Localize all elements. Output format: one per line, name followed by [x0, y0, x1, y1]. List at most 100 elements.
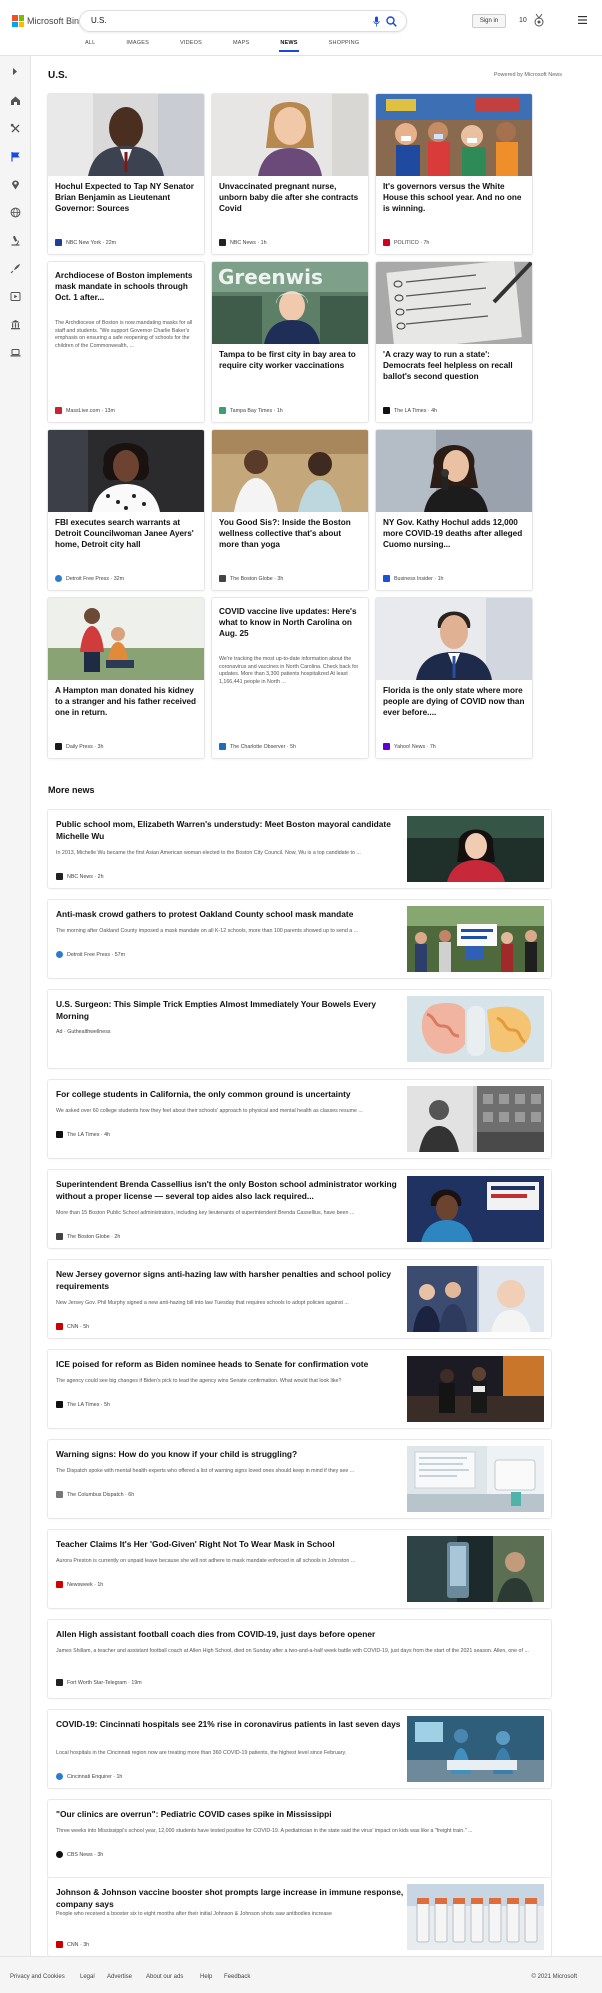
- top-header: Microsoft Bing U.S. Sign in 10 ALL IMAGE…: [0, 0, 602, 56]
- publisher-logo-icon: [56, 1851, 63, 1858]
- more-news-title[interactable]: ICE poised for reform as Biden nominee h…: [56, 1358, 406, 1370]
- more-news-snippet: New Jersey Gov. Phil Murphy signed a new…: [56, 1300, 349, 1306]
- more-news-title[interactable]: COVID-19: Cincinnati hospitals see 21% r…: [56, 1718, 406, 1730]
- more-news-item[interactable]: "Our clinics are overrun": Pediatric COV…: [48, 1800, 551, 1878]
- more-news-item[interactable]: For college students in California, the …: [48, 1080, 551, 1158]
- more-news-title[interactable]: Johnson & Johnson vaccine booster shot p…: [56, 1886, 406, 1910]
- news-card-image: [212, 430, 368, 512]
- news-card-image: [376, 598, 532, 680]
- more-news-title[interactable]: U.S. Surgeon: This Simple Trick Empties …: [56, 998, 406, 1022]
- more-news-title[interactable]: "Our clinics are overrun": Pediatric COV…: [56, 1808, 536, 1820]
- page-footer: Privacy and Cookies Legal Advertise Abou…: [0, 1956, 602, 1993]
- news-card[interactable]: 'A crazy way to run a state': Democrats …: [376, 262, 532, 422]
- footer-link-legal[interactable]: Legal: [80, 1974, 95, 1980]
- more-news-item[interactable]: Anti-mask crowd gathers to protest Oakla…: [48, 900, 551, 978]
- more-news-item[interactable]: Teacher Claims It's Her 'God-Given' Righ…: [48, 1530, 551, 1608]
- news-card-image: [376, 262, 532, 344]
- brand-name: Microsoft Bing: [27, 16, 85, 26]
- more-news-title[interactable]: Teacher Claims It's Her 'God-Given' Righ…: [56, 1538, 406, 1550]
- tab-news[interactable]: NEWS: [279, 40, 300, 56]
- search-icon[interactable]: [386, 16, 397, 27]
- news-card-title[interactable]: A Hampton man donated his kidney to a st…: [55, 685, 197, 718]
- publisher-logo-icon: [383, 743, 390, 750]
- news-card-title[interactable]: FBI executes search warrants at Detroit …: [55, 517, 197, 550]
- footer-link-advertise[interactable]: Advertise: [107, 1974, 132, 1980]
- globe-icon[interactable]: [10, 207, 21, 218]
- microphone-icon[interactable]: [373, 16, 380, 27]
- footer-link-help[interactable]: Help: [200, 1974, 212, 1980]
- more-news-image: [407, 1446, 544, 1512]
- more-news-title[interactable]: Warning signs: How do you know if your c…: [56, 1448, 406, 1460]
- news-card[interactable]: You Good Sis?: Inside the Boston wellnes…: [212, 430, 368, 590]
- search-input[interactable]: U.S.: [91, 16, 107, 25]
- tab-shopping[interactable]: SHOPPING: [329, 40, 360, 56]
- more-news-item[interactable]: COVID-19: Cincinnati hospitals see 21% r…: [48, 1710, 551, 1788]
- footer-link-about-ads[interactable]: About our ads: [146, 1974, 183, 1980]
- publisher-logo-icon: [56, 1401, 63, 1408]
- news-card-title[interactable]: You Good Sis?: Inside the Boston wellnes…: [219, 517, 361, 550]
- news-card[interactable]: Archdiocese of Boston implements mask ma…: [48, 262, 204, 422]
- news-card-title[interactable]: 'A crazy way to run a state': Democrats …: [383, 349, 525, 382]
- news-card[interactable]: It's governors versus the White House th…: [376, 94, 532, 254]
- bank-icon[interactable]: [10, 319, 21, 330]
- rewards-icon[interactable]: [533, 13, 545, 27]
- publisher-logo-icon: [219, 407, 226, 414]
- more-news-item[interactable]: Superintendent Brenda Cassellius isn't t…: [48, 1170, 551, 1248]
- news-card[interactable]: NY Gov. Kathy Hochul adds 12,000 more CO…: [376, 430, 532, 590]
- news-card[interactable]: A Hampton man donated his kidney to a st…: [48, 598, 204, 758]
- more-news-item[interactable]: Warning signs: How do you know if your c…: [48, 1440, 551, 1518]
- news-card[interactable]: Greenwis Tampa to be first city in bay a…: [212, 262, 368, 422]
- expand-icon[interactable]: [10, 66, 21, 77]
- rocket-icon[interactable]: [10, 263, 21, 274]
- news-card[interactable]: Hochul Expected to Tap NY Senator Brian …: [48, 94, 204, 254]
- more-news-item[interactable]: Allen High assistant football coach dies…: [48, 1620, 551, 1698]
- footer-link-feedback[interactable]: Feedback: [224, 1974, 250, 1980]
- more-news-title[interactable]: New Jersey governor signs anti-hazing la…: [56, 1268, 406, 1292]
- search-box[interactable]: U.S.: [79, 10, 407, 32]
- news-card-title[interactable]: Florida is the only state where more peo…: [383, 685, 525, 718]
- more-news-image: [407, 1884, 544, 1950]
- news-card-title[interactable]: Hochul Expected to Tap NY Senator Brian …: [55, 181, 197, 214]
- news-card[interactable]: Unvaccinated pregnant nurse, unborn baby…: [212, 94, 368, 254]
- more-news-snippet: Three weeks into Mississippi's school ye…: [56, 1828, 473, 1834]
- news-card[interactable]: Florida is the only state where more peo…: [376, 598, 532, 758]
- flag-icon[interactable]: [10, 151, 21, 162]
- bing-logo[interactable]: Microsoft Bing: [12, 14, 84, 28]
- more-news-item[interactable]: U.S. Surgeon: This Simple Trick Empties …: [48, 990, 551, 1068]
- location-icon[interactable]: [10, 179, 21, 190]
- news-card[interactable]: FBI executes search warrants at Detroit …: [48, 430, 204, 590]
- more-news-title[interactable]: Superintendent Brenda Cassellius isn't t…: [56, 1178, 406, 1202]
- more-news-title[interactable]: Allen High assistant football coach dies…: [56, 1628, 536, 1640]
- tools-icon[interactable]: [10, 123, 21, 134]
- more-news-item[interactable]: Johnson & Johnson vaccine booster shot p…: [48, 1878, 551, 1956]
- more-news-item[interactable]: ICE poised for reform as Biden nominee h…: [48, 1350, 551, 1428]
- video-icon[interactable]: [10, 291, 21, 302]
- more-news-item[interactable]: Public school mom, Elizabeth Warren's un…: [48, 810, 551, 888]
- more-news-snippet: Aurora Preston is currently on unpaid le…: [56, 1558, 356, 1564]
- news-card-title[interactable]: Archdiocese of Boston implements mask ma…: [55, 270, 197, 303]
- news-main: U.S. Powered by Microsoft News Hochul Ex…: [31, 56, 602, 1956]
- more-news-title[interactable]: Anti-mask crowd gathers to protest Oakla…: [56, 908, 406, 920]
- tab-images[interactable]: IMAGES: [126, 40, 149, 56]
- tab-videos[interactable]: VIDEOS: [180, 40, 202, 56]
- tab-maps[interactable]: MAPS: [233, 40, 249, 56]
- more-news-item[interactable]: New Jersey governor signs anti-hazing la…: [48, 1260, 551, 1338]
- tab-all[interactable]: ALL: [85, 40, 95, 56]
- more-news-title[interactable]: For college students in California, the …: [56, 1088, 406, 1100]
- laptop-icon[interactable]: [10, 347, 21, 358]
- news-card-title[interactable]: COVID vaccine live updates: Here's what …: [219, 606, 361, 639]
- home-icon[interactable]: [10, 95, 21, 106]
- more-news-image: [407, 1716, 544, 1782]
- news-card-title[interactable]: NY Gov. Kathy Hochul adds 12,000 more CO…: [383, 517, 525, 550]
- rewards-count[interactable]: 10: [519, 17, 527, 24]
- more-news-title[interactable]: Public school mom, Elizabeth Warren's un…: [56, 818, 406, 842]
- sign-in-button[interactable]: Sign in: [472, 14, 506, 28]
- news-card-title[interactable]: Unvaccinated pregnant nurse, unborn baby…: [219, 181, 361, 214]
- news-card-title[interactable]: It's governors versus the White House th…: [383, 181, 525, 214]
- microscope-icon[interactable]: [10, 235, 21, 246]
- footer-link-privacy[interactable]: Privacy and Cookies: [10, 1974, 65, 1980]
- hamburger-menu-icon[interactable]: [578, 16, 587, 24]
- news-card[interactable]: COVID vaccine live updates: Here's what …: [212, 598, 368, 758]
- news-card-title[interactable]: Tampa to be first city in bay area to re…: [219, 349, 361, 371]
- news-card-image: Greenwis: [212, 262, 368, 344]
